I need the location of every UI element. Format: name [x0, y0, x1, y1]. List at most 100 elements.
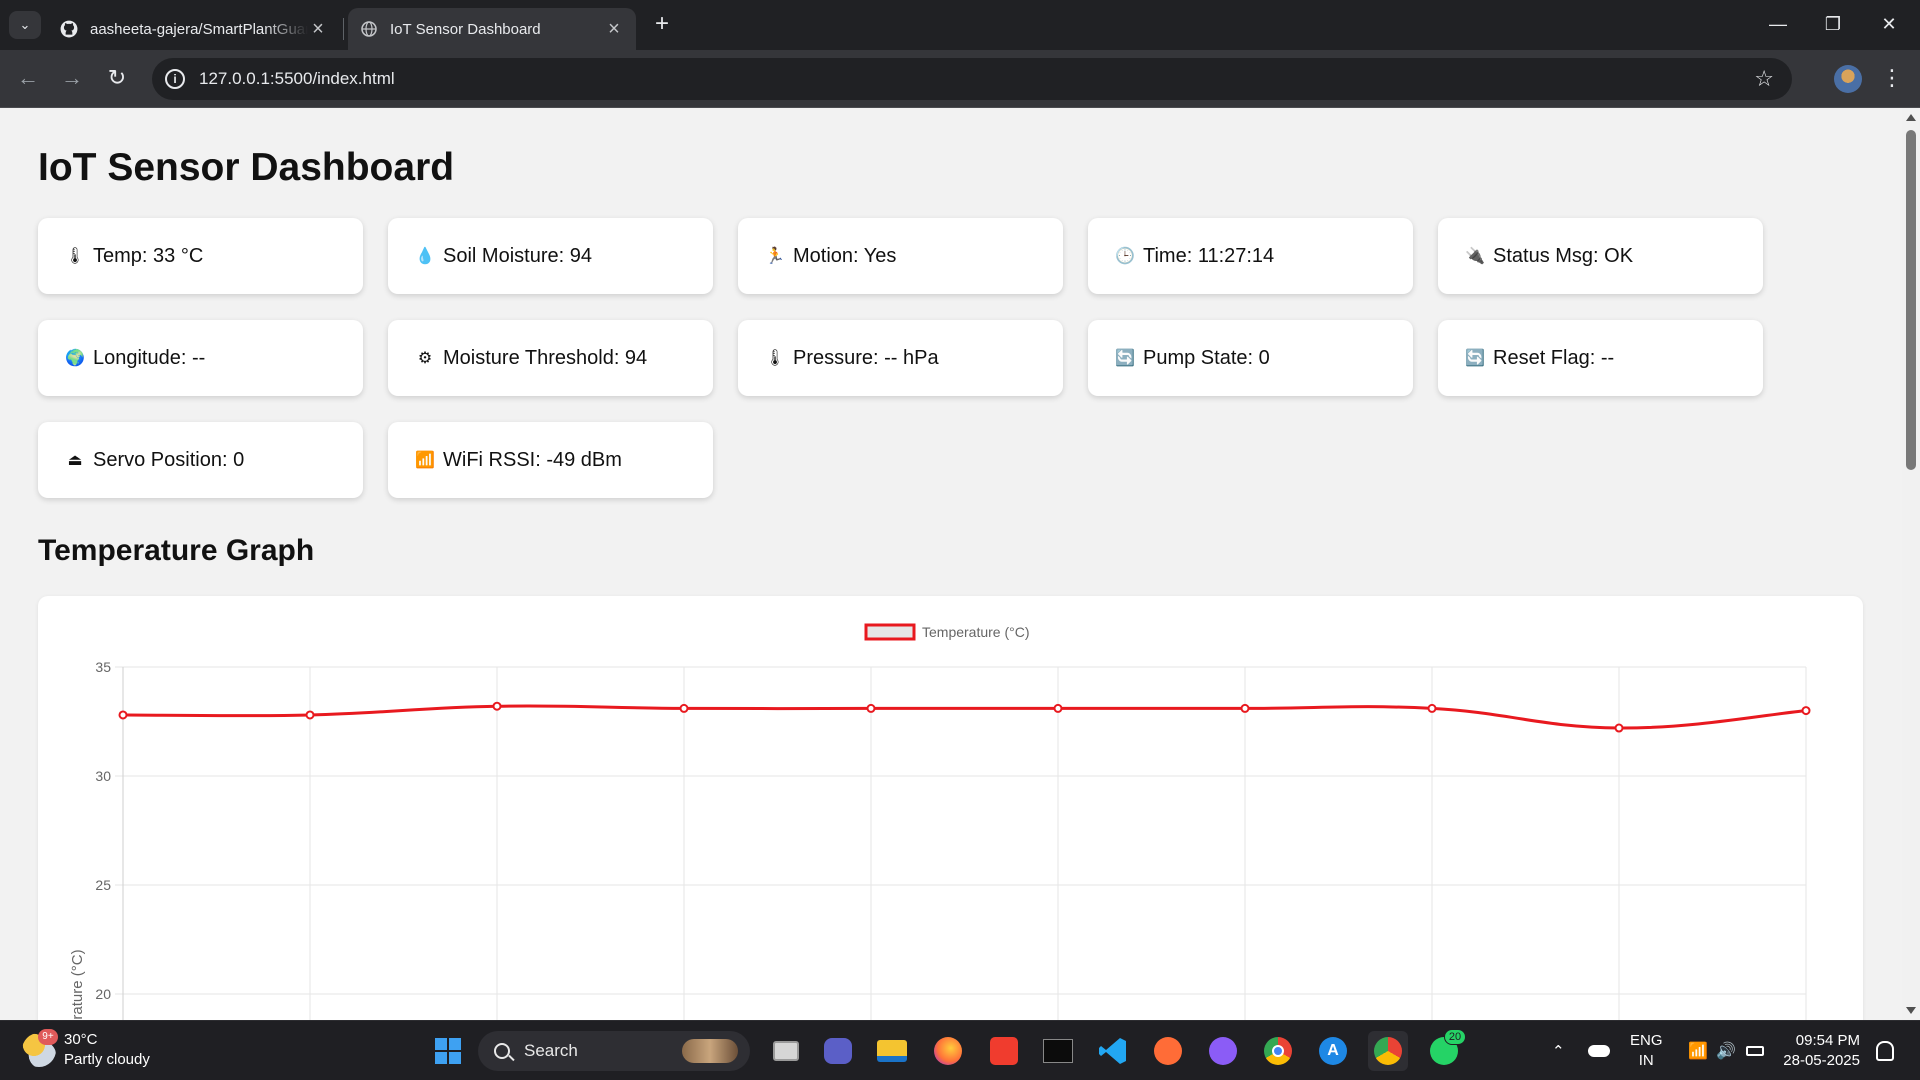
close-icon[interactable]: × [308, 18, 328, 41]
card-label: Motion: Yes [793, 244, 897, 267]
git-client-icon[interactable] [984, 1031, 1024, 1071]
search-icon [494, 1043, 510, 1059]
forward-button[interactable]: → [56, 62, 88, 94]
arrow-right-icon: → [61, 65, 83, 90]
sensor-card-pump-state: 🔄 Pump State: 0 [1088, 320, 1413, 396]
sensor-card-servo: ⏏ Servo Position: 0 [38, 422, 363, 498]
page-scrollbar[interactable] [1902, 108, 1920, 1020]
thermometer-icon: 🌡 [764, 350, 786, 367]
postman-icon[interactable] [1148, 1031, 1188, 1071]
close-icon[interactable]: × [604, 18, 624, 41]
card-label: Pump State: 0 [1143, 346, 1270, 369]
sensor-card-pressure: 🌡 Pressure: -- hPa [738, 320, 1063, 396]
lang-line-2: IN [1638, 1052, 1654, 1069]
language-indicator[interactable]: ENG IN [1630, 1031, 1663, 1071]
servo-icon: ⏏ [67, 452, 83, 469]
partly-cloudy-icon: 9+ [22, 1029, 58, 1067]
start-button[interactable] [428, 1031, 468, 1071]
github-icon [60, 20, 78, 38]
weather-desc: Partly cloudy [64, 1051, 150, 1068]
restore-button[interactable]: ❐ [1810, 8, 1856, 40]
scrollbar-thumb[interactable] [1906, 130, 1916, 470]
data-point [305, 710, 315, 720]
weather-widget[interactable]: 9+ 30°C Partly cloudy [22, 1029, 150, 1070]
notification-bell-icon[interactable] [1876, 1041, 1894, 1061]
gear-icon: ⚙ [417, 350, 433, 367]
card-label: Pressure: -- hPa [793, 346, 939, 369]
scroll-up-arrow-icon[interactable] [1906, 114, 1916, 121]
search-highlight-image [682, 1039, 738, 1063]
browser-menu-button[interactable]: ⋮ [1880, 62, 1904, 94]
url-text[interactable]: 127.0.0.1:5500/index.html [199, 69, 395, 89]
meet-icon[interactable] [818, 1031, 858, 1071]
chrome-profile-icon[interactable] [1368, 1031, 1408, 1071]
globe-icon [360, 20, 378, 38]
new-tab-button[interactable]: + [648, 10, 676, 38]
temperature-chart: 35 30 25 20 Temperature (°C) Temperature (°C) [38, 596, 1863, 1020]
address-bar[interactable]: i 127.0.0.1:5500/index.html ☆ [152, 58, 1792, 100]
volume-icon[interactable]: 🔊 [1716, 1021, 1736, 1080]
plus-icon: + [654, 10, 669, 37]
vscode-logo-icon [1099, 1038, 1126, 1064]
scroll-down-arrow-icon[interactable] [1906, 1007, 1916, 1014]
data-point [1240, 703, 1250, 713]
whatsapp-icon[interactable]: 20 [1424, 1029, 1466, 1071]
card-label: WiFi RSSI: -49 dBm [443, 448, 622, 471]
task-view-icon[interactable] [766, 1031, 806, 1071]
sensor-card-longitude: 🌍 Longitude: -- [38, 320, 363, 396]
app-store-icon[interactable]: A [1313, 1031, 1353, 1071]
tab-search-button[interactable]: ⌄ [9, 11, 41, 39]
temperature-series-line [122, 704, 1807, 730]
y-tick-label: 25 [95, 877, 111, 893]
card-label: Status Msg: OK [1493, 244, 1634, 267]
sensor-card-temp: 🌡 Temp: 33 °C [38, 218, 363, 294]
chrome-icon[interactable] [1258, 1031, 1298, 1071]
thermometer-icon: 🌡 [64, 248, 86, 265]
terminal-icon[interactable] [1038, 1031, 1078, 1071]
back-button[interactable]: ← [12, 62, 44, 94]
vscode-icon[interactable] [1093, 1031, 1133, 1071]
taskbar-search-box[interactable]: Search [478, 1031, 750, 1071]
card-label: Moisture Threshold: 94 [443, 346, 648, 369]
bookmark-star-icon[interactable]: ☆ [1754, 66, 1774, 92]
profile-avatar[interactable] [1834, 65, 1862, 93]
sensor-card-status: 🔌 Status Msg: OK [1438, 218, 1763, 294]
data-point [679, 703, 689, 713]
whatsapp-badge: 20 [1444, 1029, 1466, 1045]
system-clock[interactable]: 09:54 PM 28-05-2025 [1780, 1031, 1860, 1071]
card-label: Servo Position: 0 [93, 448, 245, 471]
card-label: Temp: 33 °C [93, 244, 204, 267]
card-label: Soil Moisture: 94 [443, 244, 592, 267]
chart-canvas: 35 30 25 20 Temperature (°C) Temperature (°C) [69, 623, 1811, 1020]
sensor-card-soil-moisture: 💧 Soil Moisture: 94 [388, 218, 713, 294]
chevron-up-icon: ⌃ [1552, 1043, 1565, 1060]
site-info-icon[interactable]: i [165, 69, 185, 89]
tab-title: aasheeta-gajera/SmartPlantGuard [90, 20, 308, 38]
onedrive-icon[interactable] [1588, 1021, 1610, 1080]
page-title: IoT Sensor Dashboard [38, 146, 455, 189]
weather-temp: 30°C [64, 1031, 98, 1048]
data-point [866, 703, 876, 713]
tray-overflow-button[interactable]: ⌃ [1552, 1021, 1565, 1080]
firefox-icon[interactable] [928, 1031, 968, 1071]
restore-icon: ❐ [1824, 14, 1842, 34]
reload-button[interactable]: ↻ [101, 62, 133, 94]
clock-date: 28-05-2025 [1783, 1052, 1860, 1069]
github-desktop-icon[interactable] [1203, 1031, 1243, 1071]
reset-icon: 🔄 [1465, 350, 1485, 367]
y-tick-label: 30 [95, 768, 111, 784]
windows-taskbar: 9+ 30°C Partly cloudy Search A 20 ⌃ ENG [0, 1020, 1920, 1080]
graph-title: Temperature Graph [38, 534, 315, 567]
wifi-icon[interactable]: 📶 [1688, 1021, 1708, 1080]
file-explorer-icon[interactable] [872, 1031, 912, 1071]
data-point [492, 701, 502, 711]
data-point [118, 710, 128, 720]
y-axis-label: Temperature (°C) [69, 949, 86, 1020]
legend-swatch [864, 623, 916, 641]
tab-github[interactable]: aasheeta-gajera/SmartPlantGuard × [48, 8, 340, 50]
close-window-button[interactable]: ✕ [1866, 8, 1912, 40]
battery-icon[interactable] [1746, 1021, 1764, 1080]
minimize-button[interactable]: — [1755, 8, 1801, 40]
tab-iot-dashboard[interactable]: IoT Sensor Dashboard × [348, 8, 636, 50]
card-label: Reset Flag: -- [1493, 346, 1615, 369]
